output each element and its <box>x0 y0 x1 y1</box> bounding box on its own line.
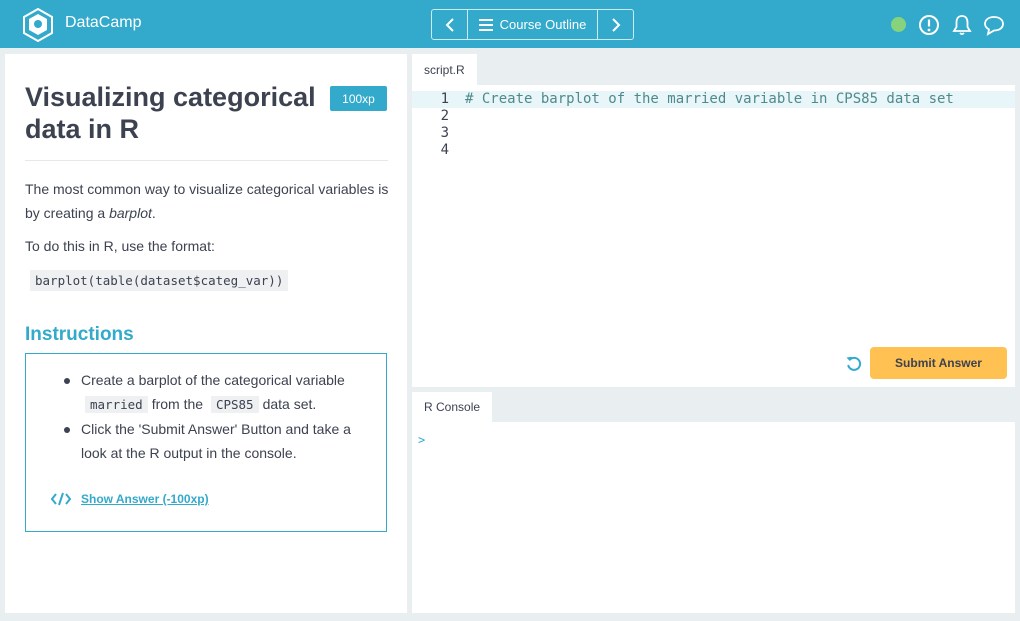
exercise-title: Visualizing categorical data in R <box>25 82 316 144</box>
exercise-panel: Visualizing categorical data in R 100xp … <box>5 54 407 613</box>
tab-script-r[interactable]: script.R <box>412 54 477 85</box>
code-icon <box>51 492 71 506</box>
instruction-item: Create a barplot of the categorical vari… <box>64 368 364 417</box>
course-nav: Course Outline <box>431 9 634 40</box>
console-tab-bar: R Console <box>412 392 1015 422</box>
brand-name[interactable]: DataCamp <box>65 14 141 32</box>
prev-exercise-button[interactable] <box>432 10 468 39</box>
next-exercise-button[interactable] <box>597 10 633 39</box>
format-code: barplot(table(dataset$categ_var)) <box>30 270 289 291</box>
divider <box>25 160 388 161</box>
logo-icon[interactable] <box>22 8 54 42</box>
chevron-left-icon <box>445 17 454 32</box>
chevron-right-icon <box>611 17 620 32</box>
description-emphasis: barplot <box>109 205 152 221</box>
inline-code: married <box>85 396 148 413</box>
bell-icon[interactable] <box>950 13 974 37</box>
show-answer-label: Show Answer (-100xp) <box>81 492 209 506</box>
chat-icon[interactable] <box>982 13 1006 37</box>
line-numbers: 1 2 3 4 <box>440 91 449 158</box>
course-outline-button[interactable]: Course Outline <box>468 10 597 39</box>
xp-badge: 100xp <box>330 86 387 111</box>
instructions-heading: Instructions <box>25 324 134 345</box>
top-bar: DataCamp Course Outline <box>0 0 1020 48</box>
instructions-list: Create a barplot of the categorical vari… <box>64 368 364 465</box>
exercise-description: The most common way to visualize categor… <box>25 177 390 225</box>
r-console: R Console > <box>412 392 1015 613</box>
code-editor: script.R 1 2 3 4 # Create barplot of the… <box>412 54 1015 387</box>
course-outline-label: Course Outline <box>499 17 587 32</box>
status-dot <box>891 17 906 32</box>
console-prompt[interactable]: > <box>418 433 425 447</box>
instructions-box: Create a barplot of the categorical vari… <box>25 353 387 532</box>
description-lead: The most common way to visualize categor… <box>25 181 389 221</box>
alert-icon[interactable] <box>917 13 941 37</box>
inline-code: CPS85 <box>210 396 259 413</box>
format-intro: To do this in R, use the format: <box>25 238 215 254</box>
tab-r-console[interactable]: R Console <box>412 392 493 422</box>
code-area[interactable]: # Create barplot of the married variable… <box>465 91 954 108</box>
menu-icon <box>478 18 493 31</box>
instruction-text: from the <box>151 396 204 412</box>
instruction-item: Click the 'Submit Answer' Button and tak… <box>64 417 364 465</box>
instruction-text: Create a barplot of the categorical vari… <box>81 372 345 388</box>
editor-tab-bar: script.R <box>412 54 1015 85</box>
show-answer-link[interactable]: Show Answer (-100xp) <box>51 492 209 506</box>
submit-answer-button[interactable]: Submit Answer <box>870 347 1007 379</box>
reset-icon[interactable] <box>845 355 863 373</box>
description-end: . <box>151 205 156 221</box>
instruction-text: data set. <box>262 396 317 412</box>
